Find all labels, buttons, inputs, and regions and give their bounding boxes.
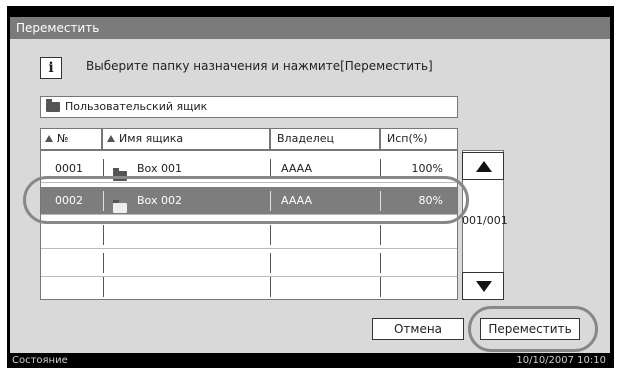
column-header-owner[interactable]: Владелец: [270, 128, 380, 150]
sort-ascending-icon: [107, 135, 115, 142]
status-datetime: 10/10/2007 10:10: [516, 355, 606, 366]
table-row-empty: [41, 273, 457, 301]
scroll-down-button[interactable]: [462, 272, 504, 300]
breadcrumb: Пользовательский ящик: [40, 96, 458, 118]
window-title: Переместить: [16, 21, 100, 35]
instruction-text: Выберите папку назначения и нажмите[Пере…: [86, 59, 433, 73]
cancel-button[interactable]: Отмена: [372, 318, 464, 340]
status-bar: Состояние 10/10/2007 10:10: [10, 353, 610, 368]
scroll-up-button[interactable]: [462, 152, 504, 180]
selection-highlight-ring: [23, 176, 469, 224]
box-list: 0001 Box 001 AAAA 100% 0002 Box 002 AAAA…: [40, 150, 458, 300]
arrow-down-icon: [476, 281, 492, 292]
column-header-name[interactable]: Имя ящика: [102, 128, 270, 150]
move-button-highlight-ring: [468, 306, 598, 352]
page-indicator: 001/001: [462, 214, 508, 227]
table-row-empty: [41, 221, 457, 249]
folder-icon: [46, 99, 60, 112]
sort-ascending-icon: [45, 135, 53, 142]
column-header-number[interactable]: №: [40, 128, 102, 150]
column-header-usage[interactable]: Исп(%): [380, 128, 458, 150]
status-label[interactable]: Состояние: [12, 353, 68, 368]
window-title-bar: Переместить: [10, 17, 610, 39]
arrow-up-icon: [476, 161, 492, 172]
info-icon: i: [40, 57, 62, 79]
breadcrumb-label: Пользовательский ящик: [65, 100, 208, 113]
